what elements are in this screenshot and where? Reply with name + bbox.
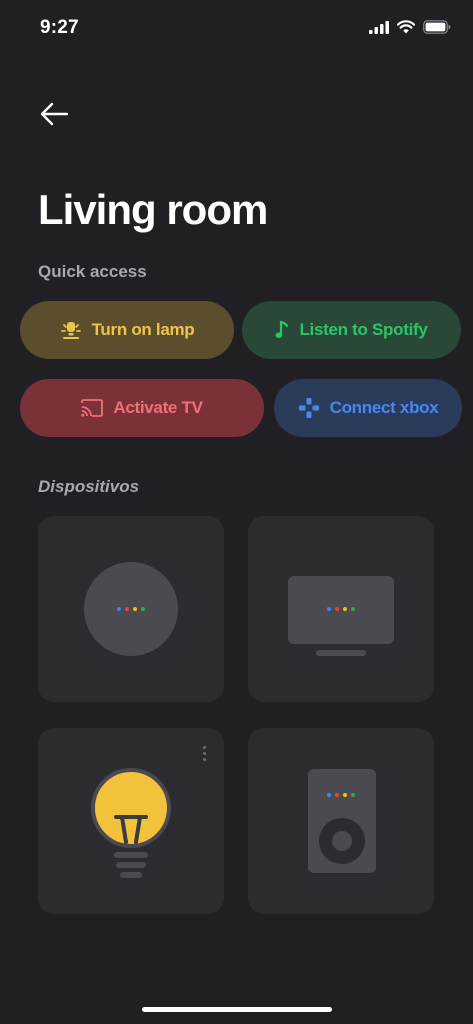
device-card-smart-display[interactable] bbox=[248, 516, 434, 702]
smart-speaker-icon bbox=[84, 562, 178, 656]
connect-xbox-label: Connect xbox bbox=[329, 398, 439, 417]
home-indicator[interactable] bbox=[142, 1007, 332, 1012]
quick-access-label: Quick access bbox=[38, 262, 147, 281]
turn-on-lamp-button[interactable]: Turn on lamp bbox=[20, 301, 234, 359]
music-note-icon bbox=[275, 320, 289, 338]
arrow-left-icon bbox=[40, 102, 69, 126]
speaker-icon bbox=[308, 769, 376, 873]
light-bulb-icon bbox=[91, 768, 171, 878]
smart-display-icon bbox=[288, 576, 394, 656]
wifi-icon bbox=[397, 20, 415, 34]
connect-xbox-button[interactable]: Connect xbox bbox=[274, 379, 462, 437]
cast-icon bbox=[81, 399, 104, 417]
activate-tv-label: Activate TV bbox=[113, 398, 203, 417]
listen-to-spotify-label: Listen to Spotify bbox=[299, 320, 428, 339]
listen-to-spotify-button[interactable]: Listen to Spotify bbox=[242, 301, 461, 359]
back-button[interactable] bbox=[38, 98, 74, 130]
devices-section-label: Dispositivos bbox=[38, 477, 140, 496]
status-time: 9:27 bbox=[40, 17, 79, 38]
device-card-smart-bulb[interactable] bbox=[38, 728, 224, 914]
gamepad-icon bbox=[298, 398, 319, 418]
more-options-icon[interactable] bbox=[200, 746, 208, 766]
battery-icon bbox=[423, 20, 451, 34]
status-bar: 9:27 bbox=[0, 0, 473, 56]
device-card-smart-speaker-mini[interactable] bbox=[38, 516, 224, 702]
lamp-icon bbox=[60, 322, 81, 339]
page-title: Living room bbox=[38, 186, 268, 233]
activate-tv-button[interactable]: Activate TV bbox=[20, 379, 264, 437]
device-card-smart-speaker[interactable] bbox=[248, 728, 434, 914]
cellular-signal-icon bbox=[369, 20, 389, 34]
status-icons bbox=[369, 20, 451, 34]
turn-on-lamp-label: Turn on lamp bbox=[91, 320, 195, 339]
